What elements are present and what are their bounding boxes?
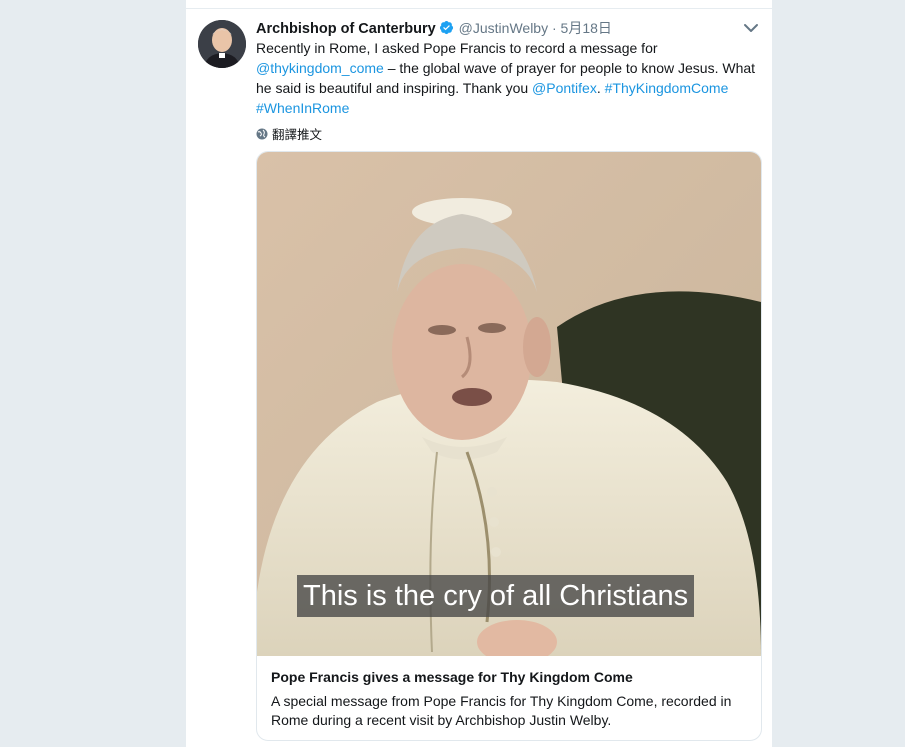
tweet-header: Archbishop of Canterbury @JustinWelby · 5…: [256, 19, 612, 38]
translate-label: 翻譯推文: [272, 128, 323, 142]
author-name[interactable]: Archbishop of Canterbury: [256, 21, 436, 37]
video-thumbnail[interactable]: This is the cry of all Christians: [257, 152, 761, 656]
tweet-text-segment: .: [596, 80, 605, 96]
author-handle[interactable]: @JustinWelby: [459, 20, 548, 36]
globe-icon: [256, 128, 268, 140]
mention-link[interactable]: @thykingdom_come: [256, 60, 384, 76]
card-description: A special message from Pope Francis for …: [271, 693, 732, 728]
tweet-text: Recently in Rome, I asked Pope Francis t…: [256, 38, 756, 118]
tweet-date[interactable]: 5月18日: [561, 20, 612, 36]
chevron-down-icon[interactable]: [742, 20, 760, 36]
card-title[interactable]: Pope Francis gives a message for Thy Kin…: [271, 669, 633, 685]
link-card[interactable]: This is the cry of all Christians Pope F…: [256, 151, 762, 741]
verified-badge-icon: [439, 20, 454, 35]
divider: [186, 8, 772, 9]
hashtag-link[interactable]: #ThyKingdomCome: [605, 80, 729, 96]
translate-tweet-link[interactable]: 翻譯推文: [256, 124, 322, 143]
avatar[interactable]: [198, 20, 246, 68]
mention-link[interactable]: @Pontifex: [532, 80, 597, 96]
timeline-column: Archbishop of Canterbury @JustinWelby · 5…: [185, 0, 773, 747]
tweet-text-segment: Recently in Rome, I asked Pope Francis t…: [256, 40, 658, 56]
separator-dot: ·: [551, 20, 557, 36]
hashtag-link[interactable]: #WhenInRome: [256, 100, 349, 116]
video-caption: This is the cry of all Christians: [297, 575, 695, 617]
